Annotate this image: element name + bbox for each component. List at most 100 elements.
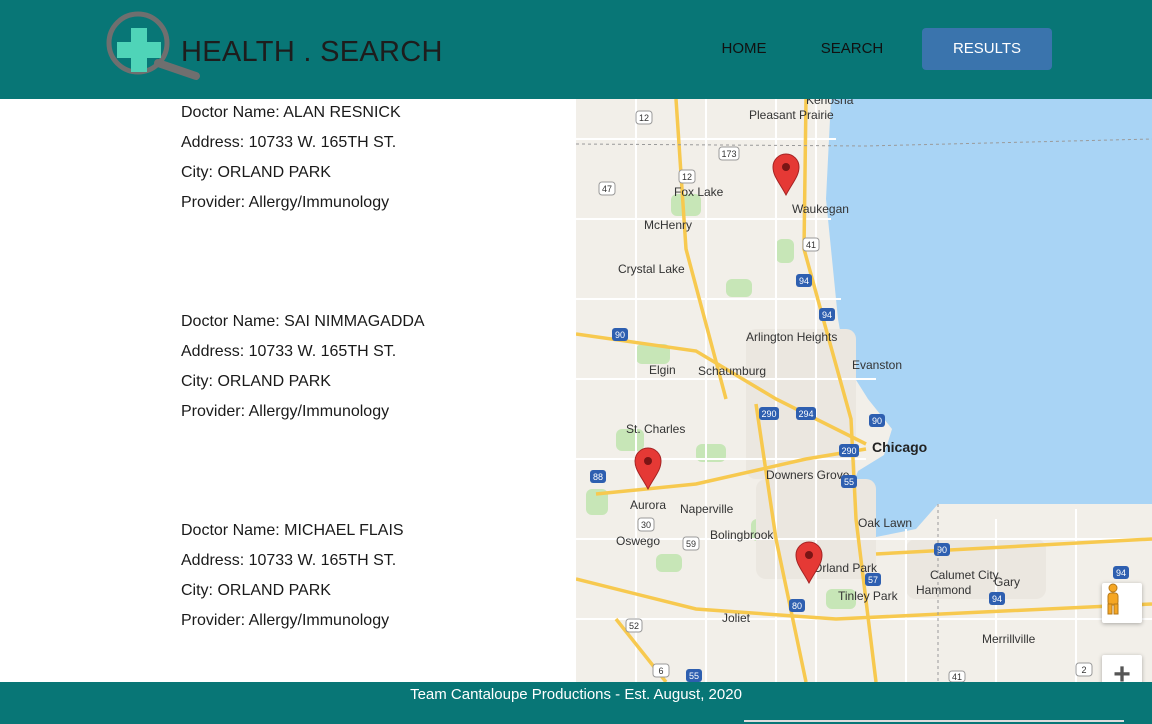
- shield-80: 80: [789, 599, 805, 612]
- shield-label: 90: [872, 416, 882, 426]
- shield-label: 6: [658, 666, 663, 676]
- map-label-oswego: Oswego: [616, 534, 660, 548]
- shield-290: 290: [759, 407, 779, 420]
- doctor-card: Doctor Name: SAI NIMMAGADDA Address: 107…: [181, 310, 561, 430]
- shield-55b: 55: [686, 669, 702, 682]
- site-header: HEALTH . SEARCH HOME SEARCH RESULTS: [0, 0, 1152, 99]
- shield-label: 290: [841, 446, 856, 456]
- map-label-orland-park: Orland Park: [813, 561, 878, 575]
- map-label-downers-grove: Downers Grove: [766, 468, 850, 482]
- shield-94d: 94: [989, 592, 1005, 605]
- map-label-merrillville: Merrillville: [982, 632, 1036, 646]
- shield-label: 55: [689, 671, 699, 681]
- doctor-provider: Provider: Allergy/Immunology: [181, 194, 390, 211]
- site-title[interactable]: HEALTH . SEARCH: [181, 36, 443, 69]
- shield-90: 90: [612, 328, 628, 341]
- map-label-chicago: Chicago: [872, 439, 927, 455]
- doctor-name: Doctor Name: SAI NIMMAGADDA: [181, 313, 425, 330]
- lake-michigan: [826, 99, 1152, 537]
- shield-12b: 12: [678, 169, 696, 184]
- shield-label: 41: [952, 672, 962, 682]
- shield-294: 294: [796, 407, 816, 420]
- shield-label: 90: [615, 330, 625, 340]
- shield-55: 55: [841, 475, 857, 488]
- shield-173: 173: [718, 146, 740, 161]
- shield-label: 294: [798, 409, 813, 419]
- map-label-hammond: Hammond: [916, 583, 971, 597]
- doctor-address: Address: 10733 W. 165TH ST.: [181, 552, 397, 569]
- shield-88: 88: [590, 470, 606, 483]
- map-label-tinley-park: Tinley Park: [838, 589, 899, 603]
- footer-text: Team Cantaloupe Productions - Est. Augus…: [410, 686, 742, 703]
- doctor-address: Address: 10733 W. 165TH ST.: [181, 134, 397, 151]
- shield-2: 2: [1075, 662, 1093, 677]
- shield-57: 57: [865, 573, 881, 586]
- map-label-fox-lake: Fox Lake: [674, 185, 724, 199]
- map-label-joliet: Joliet: [722, 611, 751, 625]
- doctor-city: City: ORLAND PARK: [181, 373, 331, 390]
- map-marker[interactable]: [634, 447, 662, 490]
- shield-label: 57: [868, 575, 878, 585]
- shield-label: 59: [686, 539, 696, 549]
- shield-label: 52: [629, 621, 639, 631]
- shield-label: 94: [799, 276, 809, 286]
- doctor-address: Address: 10733 W. 165TH ST.: [181, 343, 397, 360]
- shield-label: 88: [593, 472, 603, 482]
- shield-94b: 94: [819, 308, 835, 321]
- map-canvas[interactable]: Kenosha Pleasant Prairie Fox Lake Waukeg…: [576, 99, 1152, 682]
- shield-label: 12: [682, 172, 692, 182]
- shield-52: 52: [625, 618, 643, 633]
- map-label-elgin: Elgin: [649, 363, 676, 377]
- doctor-name: Doctor Name: MICHAEL FLAIS: [181, 522, 404, 539]
- map-label-crystal-lake: Crystal Lake: [618, 262, 685, 276]
- shield-30: 30: [637, 517, 655, 532]
- shield-59: 59: [682, 536, 700, 551]
- doctor-city: City: ORLAND PARK: [181, 164, 331, 181]
- shield-41b: 41: [948, 670, 966, 682]
- shield-47: 47: [598, 181, 616, 196]
- map-label-calumet-city: Calumet City: [930, 568, 999, 582]
- map-label-schaumburg: Schaumburg: [698, 364, 766, 378]
- shield-label: 55: [844, 477, 854, 487]
- shield-94: 94: [796, 274, 812, 287]
- shield-label: 80: [792, 601, 802, 611]
- doctor-city: City: ORLAND PARK: [181, 582, 331, 599]
- nav-search[interactable]: SEARCH: [792, 28, 912, 70]
- shield-290b: 290: [839, 444, 859, 457]
- doctor-card: Doctor Name: MICHAEL FLAIS Address: 1073…: [181, 519, 561, 639]
- doctor-results-list: Doctor Name: ALAN RESNICK Address: 10733…: [181, 101, 561, 724]
- map-label-pleasant-prairie: Pleasant Prairie: [749, 108, 834, 122]
- nav-results[interactable]: RESULTS: [922, 28, 1052, 70]
- shield-90c: 90: [934, 543, 950, 556]
- map-label-evanston: Evanston: [852, 358, 902, 372]
- doctor-provider: Provider: Allergy/Immunology: [181, 612, 390, 629]
- doctor-card: Doctor Name: ALAN RESNICK Address: 10733…: [181, 101, 561, 221]
- map-label-waukegan: Waukegan: [792, 202, 849, 216]
- results-map[interactable]: Kenosha Pleasant Prairie Fox Lake Waukeg…: [576, 99, 1152, 682]
- map-label-aurora: Aurora: [630, 498, 666, 512]
- shield-label: 173: [721, 149, 736, 159]
- map-label-bolingbrook: Bolingbrook: [710, 528, 774, 542]
- shield-12: 12: [635, 110, 653, 125]
- site-footer: Team Cantaloupe Productions - Est. Augus…: [0, 682, 1152, 724]
- street-view-pegman-icon[interactable]: [1102, 583, 1142, 623]
- doctor-name: Doctor Name: ALAN RESNICK: [181, 104, 401, 121]
- shield-label: 30: [641, 520, 651, 530]
- nav-home[interactable]: HOME: [700, 28, 788, 70]
- shield-90b: 90: [869, 414, 885, 427]
- map-label-st-charles: St. Charles: [626, 422, 685, 436]
- main-nav: HOME SEARCH RESULTS: [700, 28, 1052, 70]
- map-label-oak-lawn: Oak Lawn: [858, 516, 912, 530]
- shield-label: 94: [992, 594, 1002, 604]
- map-label-mchenry: McHenry: [644, 218, 692, 232]
- map-label-gary: Gary: [994, 575, 1020, 589]
- zoom-in-button[interactable]: +: [1102, 655, 1142, 682]
- doctor-provider: Provider: Allergy/Immunology: [181, 403, 390, 420]
- map-label-naperville: Naperville: [680, 502, 734, 516]
- shield-label: 94: [822, 310, 832, 320]
- map-label-kenosha: Kenosha: [806, 99, 854, 107]
- shield-label: 2: [1081, 665, 1086, 675]
- shield-41: 41: [802, 237, 820, 252]
- shield-label: 290: [761, 409, 776, 419]
- shield-label: 94: [1116, 568, 1126, 578]
